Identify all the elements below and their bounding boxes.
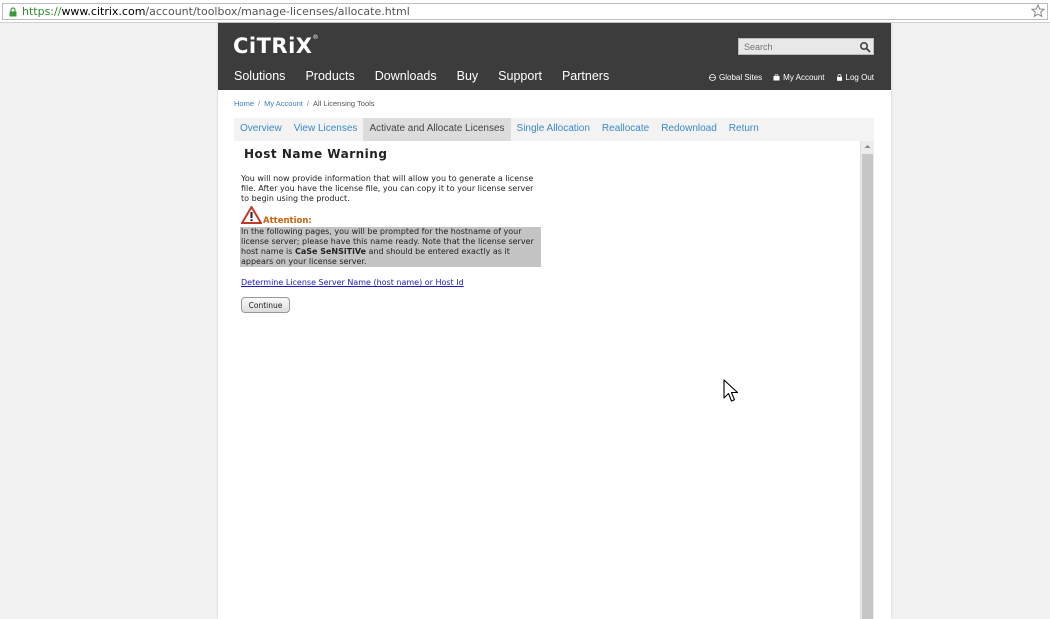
citrix-logo[interactable]: CiTRiX® [233,34,319,58]
determine-hostname-link[interactable]: Determine License Server Name (host name… [241,278,464,287]
url-host: www.citrix.com [61,5,146,18]
page-title: Host Name Warning [244,147,388,161]
breadcrumb-separator: / [306,99,309,108]
breadcrumb-separator: / [258,99,261,108]
briefcase-icon [773,74,780,81]
logo-text: CiTRiX [233,34,313,58]
breadcrumb: Home / My Account / All Licensing Tools [234,99,375,108]
tab-view-licenses[interactable]: View Licenses [288,118,364,141]
global-sites-link[interactable]: Global Sites [709,73,762,82]
search-box [738,38,874,55]
url-field[interactable]: https://www.citrix.com/account/toolbox/m… [2,3,1048,20]
nav-buy[interactable]: Buy [457,69,479,83]
url-path: /account/toolbox/manage-licenses/allocat… [145,5,410,18]
attention-message: In the following pages, you will be prom… [240,227,541,267]
scroll-up-arrow-icon[interactable] [861,141,874,152]
nav-solutions[interactable]: Solutions [234,69,285,83]
main-nav: Solutions Products Downloads Buy Support… [234,69,629,83]
site-header: CiTRiX® Solutions Products Downloads Buy… [218,23,891,90]
nav-products[interactable]: Products [305,69,354,83]
intro-text: You will now provide information that wi… [241,174,534,203]
global-sites-label: Global Sites [719,73,763,82]
breadcrumb-current: All Licensing Tools [312,99,375,108]
log-out-link[interactable]: Log Out [836,73,874,82]
nav-support[interactable]: Support [498,69,542,83]
nav-partners[interactable]: Partners [562,69,609,83]
my-account-label: My Account [783,73,825,82]
breadcrumb-my-account[interactable]: My Account [264,99,303,108]
globe-icon [709,74,716,81]
warning-icon [241,206,262,224]
content-frame: Host Name Warning You will now provide i… [234,141,874,619]
scrollbar-thumb[interactable] [862,154,873,619]
my-account-link[interactable]: My Account [773,73,825,82]
tab-redownload[interactable]: Redownload [655,118,723,141]
tool-tabs: Overview View Licenses Activate and Allo… [234,118,874,141]
utility-nav: Global Sites My Account Log Out [698,73,874,82]
tab-reallocate[interactable]: Reallocate [596,118,655,141]
search-icon[interactable] [859,41,871,53]
padlock-icon [836,74,842,81]
search-input[interactable] [739,39,855,54]
attention-emphasis: CaSe SeNSiTiVe [294,247,366,256]
lock-icon [9,7,17,17]
attention-label: Attention: [263,216,312,226]
content-scrollbar[interactable] [860,141,874,619]
nav-downloads[interactable]: Downloads [375,69,437,83]
browser-address-bar: https://www.citrix.com/account/toolbox/m… [0,0,1050,23]
log-out-label: Log Out [845,73,874,82]
tab-overview[interactable]: Overview [234,118,288,141]
page-container: CiTRiX® Solutions Products Downloads Buy… [218,23,891,619]
mouse-cursor-icon [723,379,739,402]
continue-button[interactable]: Continue [241,297,290,313]
bookmark-star-icon[interactable] [1031,4,1045,18]
logo-mark: ® [312,34,319,41]
url-scheme: https:// [22,5,62,18]
url-text: https://www.citrix.com/account/toolbox/m… [22,5,410,18]
tab-single-allocation[interactable]: Single Allocation [511,118,596,141]
tab-return[interactable]: Return [723,118,765,141]
tab-activate-allocate[interactable]: Activate and Allocate Licenses [363,118,511,141]
breadcrumb-home[interactable]: Home [234,99,254,108]
